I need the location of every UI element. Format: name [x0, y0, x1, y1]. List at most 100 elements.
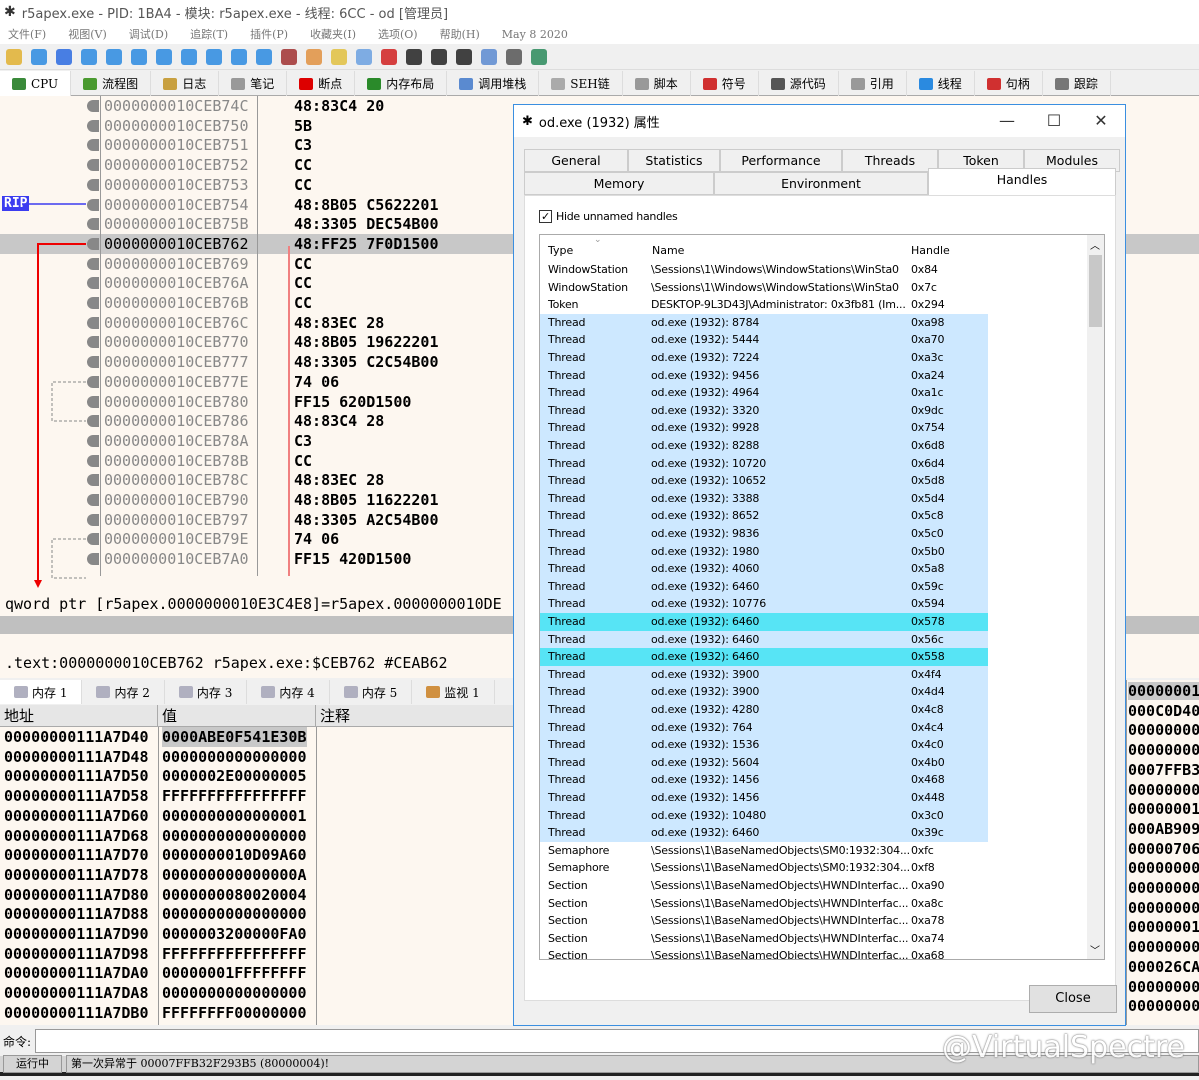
handle-row[interactable]: Semaphore \Sessions\1\BaseNamedObjects\SM… — [540, 842, 988, 860]
memory-row[interactable]: 00000000111A7D58 FFFFFFFFFFFFFFFF — [0, 786, 520, 806]
handle-row[interactable]: Thread od.exe (1932): 7224 0xa3c — [540, 349, 988, 367]
minimize-button[interactable]: — — [992, 109, 1022, 133]
memory-tab[interactable]: 内存 5 — [330, 680, 413, 704]
tab-environment[interactable]: Environment — [714, 172, 928, 195]
handle-row[interactable]: Semaphore \Sessions\1\BaseNamedObjects\SM… — [540, 859, 988, 877]
memory-row[interactable]: 00000000111A7D48 0000000000000000 — [0, 747, 520, 767]
maximize-button[interactable]: ☐ — [1039, 109, 1069, 133]
scroll-up-icon[interactable]: ︿ — [1090, 237, 1100, 252]
memory-row[interactable]: 00000000111A7DA8 0000000000000000 — [0, 983, 520, 1003]
trace-over-icon[interactable] — [206, 48, 222, 65]
tab-9[interactable]: 符号 — [691, 71, 759, 96]
hide-unnamed-checkbox[interactable]: ✓ Hide unnamed handles — [539, 210, 678, 223]
patch-icon[interactable] — [306, 48, 322, 65]
handle-row[interactable]: Thread od.exe (1932): 6460 0x39c — [540, 824, 988, 842]
handles-list[interactable]: Type ⌄ Name Handle ︿ ﹀ WindowStation \Sess… — [539, 234, 1105, 960]
handle-row[interactable]: Thread od.exe (1932): 1536 0x4c0 — [540, 736, 988, 754]
tab-1[interactable]: 流程图 — [71, 71, 152, 96]
handle-row[interactable]: Thread od.exe (1932): 1980 0x5b0 — [540, 542, 988, 561]
tab-10[interactable]: 源代码 — [759, 71, 839, 96]
memory-tab[interactable]: 监视 1 — [412, 680, 495, 704]
scrollbar[interactable]: ︿ ﹀ — [1087, 235, 1104, 959]
handle-row[interactable]: Thread od.exe (1932): 9456 0xa24 — [540, 366, 988, 385]
memory-row[interactable]: 00000000111A7D90 0000003200000FA0 — [0, 924, 520, 944]
scroll-down-icon[interactable]: ﹀ — [1090, 942, 1100, 957]
handle-row[interactable]: Thread od.exe (1932): 10480 0x3c0 — [540, 806, 988, 825]
hash-icon[interactable] — [431, 48, 447, 65]
handle-row[interactable]: Thread od.exe (1932): 1456 0x468 — [540, 771, 988, 789]
memory-tab[interactable]: 内存 2 — [82, 680, 165, 704]
handle-row[interactable]: Thread od.exe (1932): 6460 0x578 — [540, 613, 988, 631]
handle-row[interactable]: Thread od.exe (1932): 3900 0x4f4 — [540, 665, 988, 684]
handle-row[interactable]: Token DESKTOP-9L3D43J\Administrator: 0x3f… — [540, 296, 988, 314]
handle-row[interactable]: Thread od.exe (1932): 8784 0xa98 — [540, 313, 988, 332]
scylla-icon[interactable] — [281, 48, 297, 65]
menu-item[interactable]: 文件(F) — [8, 26, 46, 42]
memory-row[interactable]: 00000000111A7DB0 FFFFFFFF00000000 — [0, 1003, 520, 1023]
tab-13[interactable]: 句柄 — [975, 71, 1043, 96]
handle-row[interactable]: Thread od.exe (1932): 4964 0xa1c — [540, 384, 988, 402]
handle-row[interactable]: Thread od.exe (1932): 5444 0xa70 — [540, 331, 988, 349]
tab-2[interactable]: 日志 — [151, 71, 220, 96]
tab-handles[interactable]: Handles — [928, 168, 1116, 195]
handle-row[interactable]: Section \Sessions\1\BaseNamedObjects\HWND… — [540, 947, 988, 959]
tab-general[interactable]: General — [524, 149, 628, 172]
col-comment[interactable]: 注释 — [316, 705, 520, 726]
handle-row[interactable]: Thread od.exe (1932): 10652 0x5d8 — [540, 472, 988, 490]
memory-tab[interactable]: 内存 1 — [0, 680, 83, 704]
trace-into-icon[interactable] — [181, 48, 197, 65]
handle-row[interactable]: Thread od.exe (1932): 3388 0x5d4 — [540, 489, 988, 508]
handle-row[interactable]: Section \Sessions\1\BaseNamedObjects\HWND… — [540, 895, 988, 913]
close-icon[interactable]: ✕ — [1086, 109, 1116, 133]
memory-row[interactable]: 00000000111A7D60 0000000000000001 — [0, 806, 520, 826]
tab-4[interactable]: 断点 — [287, 71, 356, 96]
col-handle[interactable]: Handle — [911, 244, 950, 257]
stop-icon[interactable] — [56, 48, 72, 65]
handle-row[interactable]: Thread od.exe (1932): 6460 0x558 — [540, 648, 988, 666]
scroll-thumb[interactable] — [1089, 255, 1102, 327]
memory-row[interactable]: 00000000111A7D78 000000000000000A — [0, 865, 520, 885]
handle-row[interactable]: Section \Sessions\1\BaseNamedObjects\HWND… — [540, 930, 988, 948]
tab-7[interactable]: SEH链 — [539, 71, 623, 96]
handle-row[interactable]: WindowStation \Sessions\1\Windows\WindowS… — [540, 279, 988, 297]
menu-item[interactable]: 视图(V) — [68, 26, 107, 42]
stack-view[interactable]: 00000001 000C0D40 00000000 00000000 0007FFB3… — [1126, 680, 1199, 1025]
tab-threads[interactable]: Threads — [842, 149, 938, 172]
memory-row[interactable]: 00000000111A7D50 0000002E00000005 — [0, 766, 520, 786]
menu-item[interactable]: 调试(D) — [129, 26, 168, 42]
tab-3[interactable]: 笔记 — [219, 71, 288, 96]
memory-dump[interactable]: 00000000111A7D40 0000ABE0F541E30B 00000000… — [0, 727, 520, 1025]
menu-item[interactable]: 追踪(T) — [190, 26, 228, 42]
tab-6[interactable]: 调用堆栈 — [447, 71, 540, 96]
memory-row[interactable]: 00000000111A7D68 0000000000000000 — [0, 826, 520, 846]
handle-row[interactable]: Thread od.exe (1932): 764 0x4c4 — [540, 718, 988, 737]
memory-tab[interactable]: 内存 3 — [165, 680, 248, 704]
handle-row[interactable]: Thread od.exe (1932): 6460 0x59c — [540, 577, 988, 596]
handle-row[interactable]: Thread od.exe (1932): 8652 0x5c8 — [540, 507, 988, 525]
tab-12[interactable]: 线程 — [907, 71, 975, 96]
step-into-icon[interactable] — [131, 48, 147, 65]
tab-8[interactable]: 脚本 — [623, 71, 691, 96]
execute-till-return-icon[interactable] — [231, 48, 247, 65]
handle-row[interactable]: Thread od.exe (1932): 5604 0x4b0 — [540, 753, 988, 772]
pause-icon[interactable] — [106, 48, 122, 65]
checkbox-checked-icon[interactable]: ✓ — [539, 210, 552, 223]
device-icon[interactable] — [481, 48, 497, 65]
memory-row[interactable]: 00000000111A7D98 FFFFFFFFFFFFFFFF — [0, 944, 520, 964]
tab-statistics[interactable]: Statistics — [628, 149, 720, 172]
menu-item[interactable]: 收藏夹(I) — [310, 26, 356, 42]
tab-11[interactable]: 引用 — [839, 71, 907, 96]
close-button[interactable]: Close — [1029, 985, 1117, 1013]
memory-row[interactable]: 00000000111A7D80 0000000080020004 — [0, 885, 520, 905]
step-over-icon[interactable] — [156, 48, 172, 65]
memory-row[interactable]: 00000000111A7DA0 00000001FFFFFFFF — [0, 963, 520, 983]
memory-tab[interactable]: 内存 4 — [247, 680, 330, 704]
memory-row[interactable]: 00000000111A7D88 0000000000000000 — [0, 904, 520, 924]
restart-icon[interactable] — [31, 48, 47, 65]
memory-row[interactable]: 00000000111A7D70 0000000010D09A60 — [0, 845, 520, 865]
handle-row[interactable]: Thread od.exe (1932): 3320 0x9dc — [540, 401, 988, 420]
menu-item[interactable]: 选项(O) — [378, 26, 418, 42]
col-value[interactable]: 值 — [158, 705, 316, 726]
handle-row[interactable]: Thread od.exe (1932): 9836 0x5c0 — [540, 525, 988, 543]
tab-5[interactable]: 内存布局 — [355, 71, 448, 96]
